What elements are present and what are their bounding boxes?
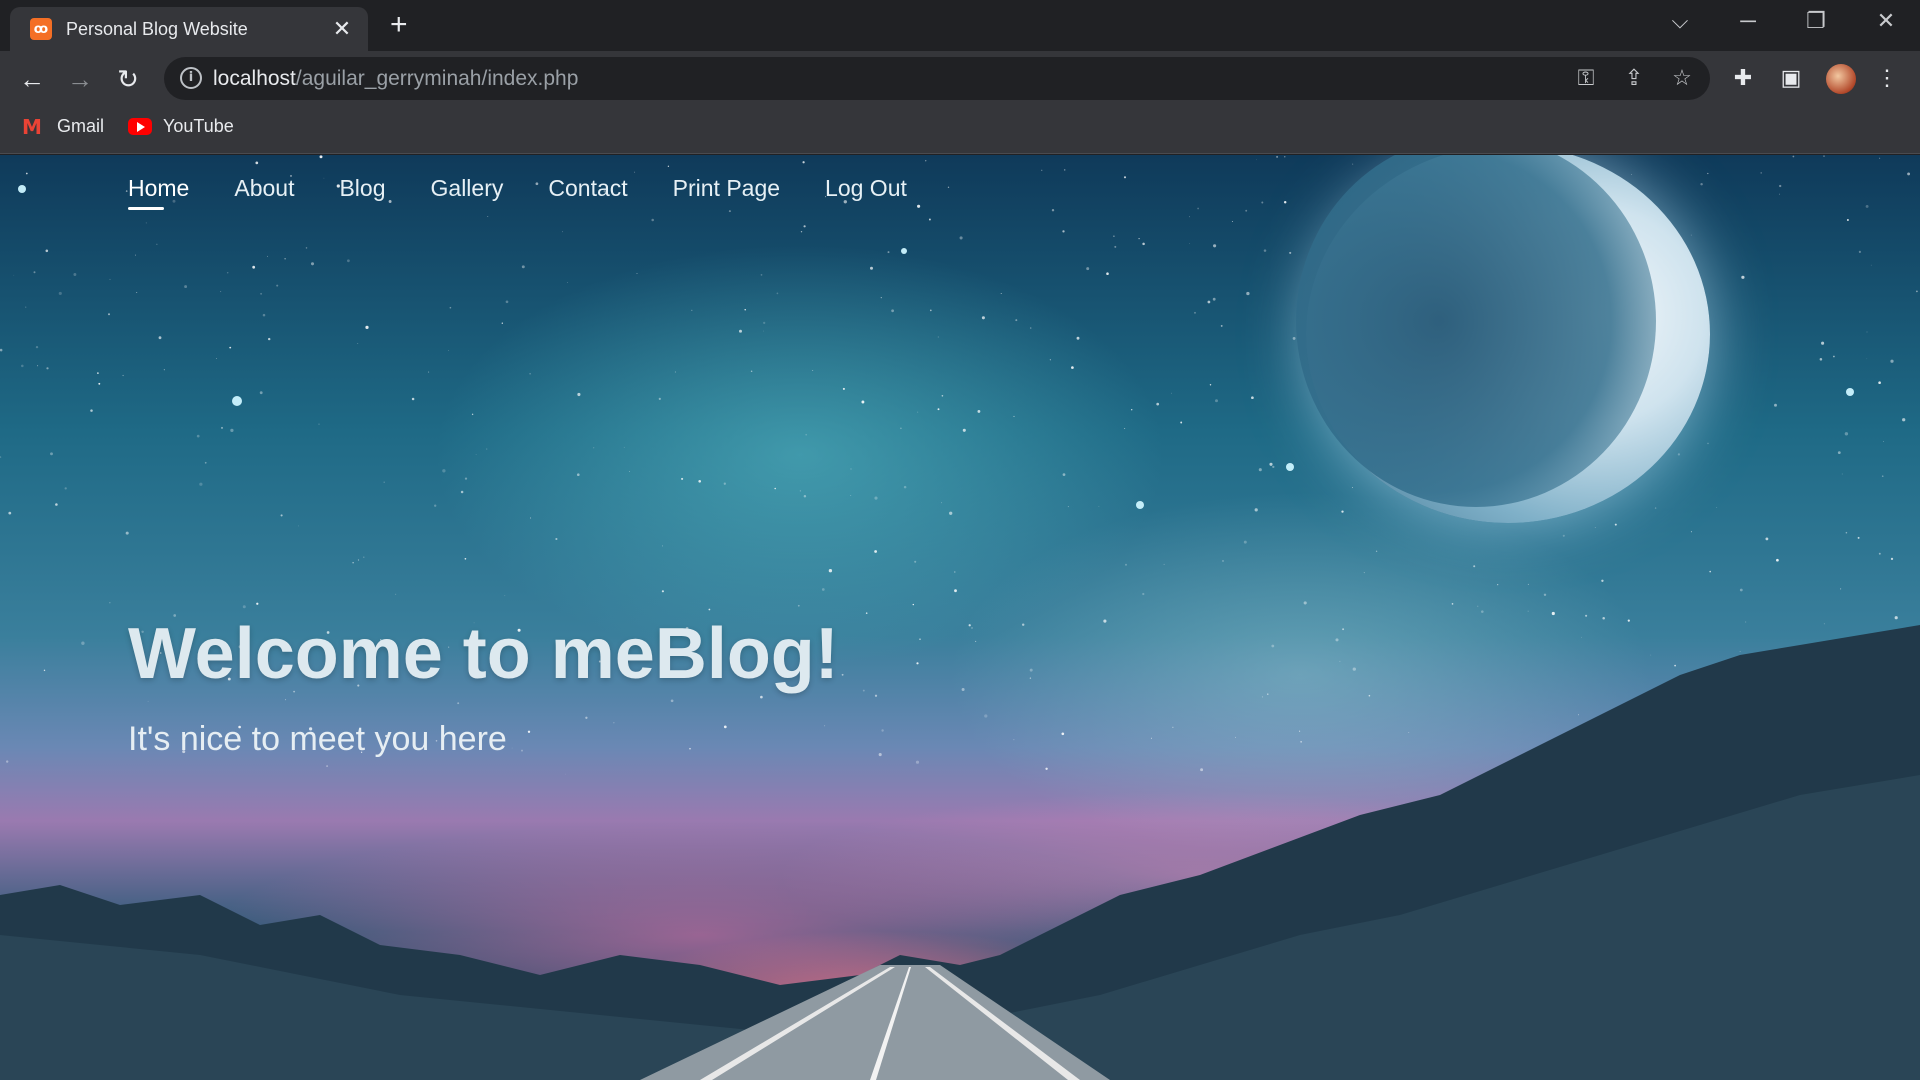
bookmark-youtube[interactable]: YouTube <box>128 116 234 137</box>
close-window-icon[interactable]: ✕ <box>1866 8 1906 34</box>
new-tab-icon[interactable]: + <box>390 10 408 40</box>
back-arrow-icon[interactable]: ← <box>14 61 50 97</box>
bookmarks-bar: M Gmail YouTube <box>0 106 1920 154</box>
tab-search-chevron-icon[interactable]: ⌵ <box>1660 8 1700 34</box>
nav-link-print-page[interactable]: Print Page <box>673 175 780 210</box>
tab-favicon-icon: ꝏ <box>30 18 52 40</box>
address-bar[interactable]: i localhost/aguilar_gerryminah/index.php… <box>164 57 1710 100</box>
nav-link-contact[interactable]: Contact <box>548 175 627 210</box>
browser-tab[interactable]: ꝏ Personal Blog Website ✕ <box>10 7 368 51</box>
browser-toolbar: ← → ↻ i localhost/aguilar_gerryminah/ind… <box>0 51 1920 106</box>
more-menu-icon[interactable]: ⋮ <box>1872 65 1902 91</box>
address-url[interactable]: localhost/aguilar_gerryminah/index.php <box>213 67 578 91</box>
nav-link-gallery[interactable]: Gallery <box>431 175 504 210</box>
tab-close-icon[interactable]: ✕ <box>328 16 356 42</box>
minimize-icon[interactable]: ─ <box>1728 8 1768 34</box>
bookmark-label: Gmail <box>57 116 105 136</box>
tab-title: Personal Blog Website <box>66 18 248 39</box>
extensions-puzzle-icon[interactable]: ✚ <box>1728 65 1758 91</box>
nav-link-blog[interactable]: Blog <box>339 175 385 210</box>
password-key-icon[interactable]: ⚿ <box>1572 65 1600 91</box>
bookmark-star-icon[interactable]: ☆ <box>1668 65 1696 91</box>
page-hero-section: Home About Blog Gallery Contact Print Pa… <box>0 155 1920 1080</box>
url-host: localhost <box>213 67 296 90</box>
side-panel-icon[interactable]: ▣ <box>1776 65 1806 91</box>
youtube-icon <box>128 118 152 135</box>
hero-subtitle: It's nice to meet you here <box>128 720 507 758</box>
nav-link-about[interactable]: About <box>234 175 294 210</box>
share-icon[interactable]: ⇪ <box>1620 65 1648 91</box>
bookmark-gmail[interactable]: M Gmail <box>22 116 104 137</box>
nav-link-home[interactable]: Home <box>128 175 189 210</box>
site-navigation: Home About Blog Gallery Contact Print Pa… <box>128 175 952 210</box>
browser-titlebar: ꝏ Personal Blog Website ✕ + ⌵ ─ ❐ ✕ <box>0 0 1920 51</box>
nav-link-log-out[interactable]: Log Out <box>825 175 907 210</box>
profile-avatar[interactable] <box>1826 64 1856 94</box>
restore-icon[interactable]: ❐ <box>1796 8 1836 34</box>
url-path: /aguilar_gerryminah/index.php <box>295 67 579 90</box>
site-info-icon[interactable]: i <box>180 67 202 89</box>
bookmark-label: YouTube <box>163 116 234 136</box>
forward-arrow-icon[interactable]: → <box>62 61 98 97</box>
hero-title: Welcome to meBlog! <box>128 614 839 694</box>
reload-icon[interactable]: ↻ <box>110 61 146 97</box>
gmail-icon: M <box>22 114 42 139</box>
